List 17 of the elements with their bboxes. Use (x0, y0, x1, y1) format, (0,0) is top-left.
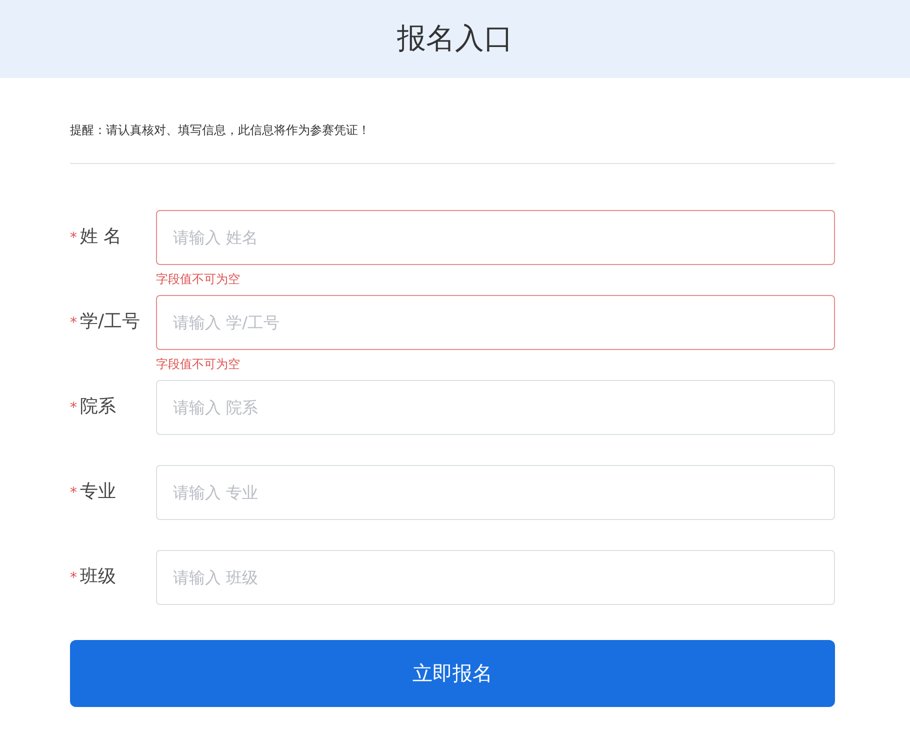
error-message: 字段值不可为空 (156, 356, 241, 373)
field-label: 班级 (80, 564, 116, 588)
field-label: 专业 (80, 480, 116, 502)
field-label: 姓 名 (80, 224, 122, 248)
required-mark: * (70, 570, 77, 586)
required-mark: * (70, 230, 77, 246)
required-mark: * (70, 400, 77, 416)
field-label: 学/工号 (80, 310, 140, 332)
notice-text: 提醒：请认真核对、填写信息，此信息将作为参赛凭证！ (70, 78, 835, 164)
input-field[interactable]: 请输入 姓名 (156, 210, 835, 265)
required-mark: * (70, 314, 77, 330)
input-field[interactable]: 请输入 学/工号 (156, 295, 835, 350)
submit-button[interactable]: 立即报名 (70, 640, 835, 707)
error-message: 字段值不可为空 (156, 271, 241, 288)
page-title: 报名入口 (397, 20, 513, 57)
field-label: 院系 (80, 394, 116, 418)
required-mark: * (70, 484, 77, 500)
